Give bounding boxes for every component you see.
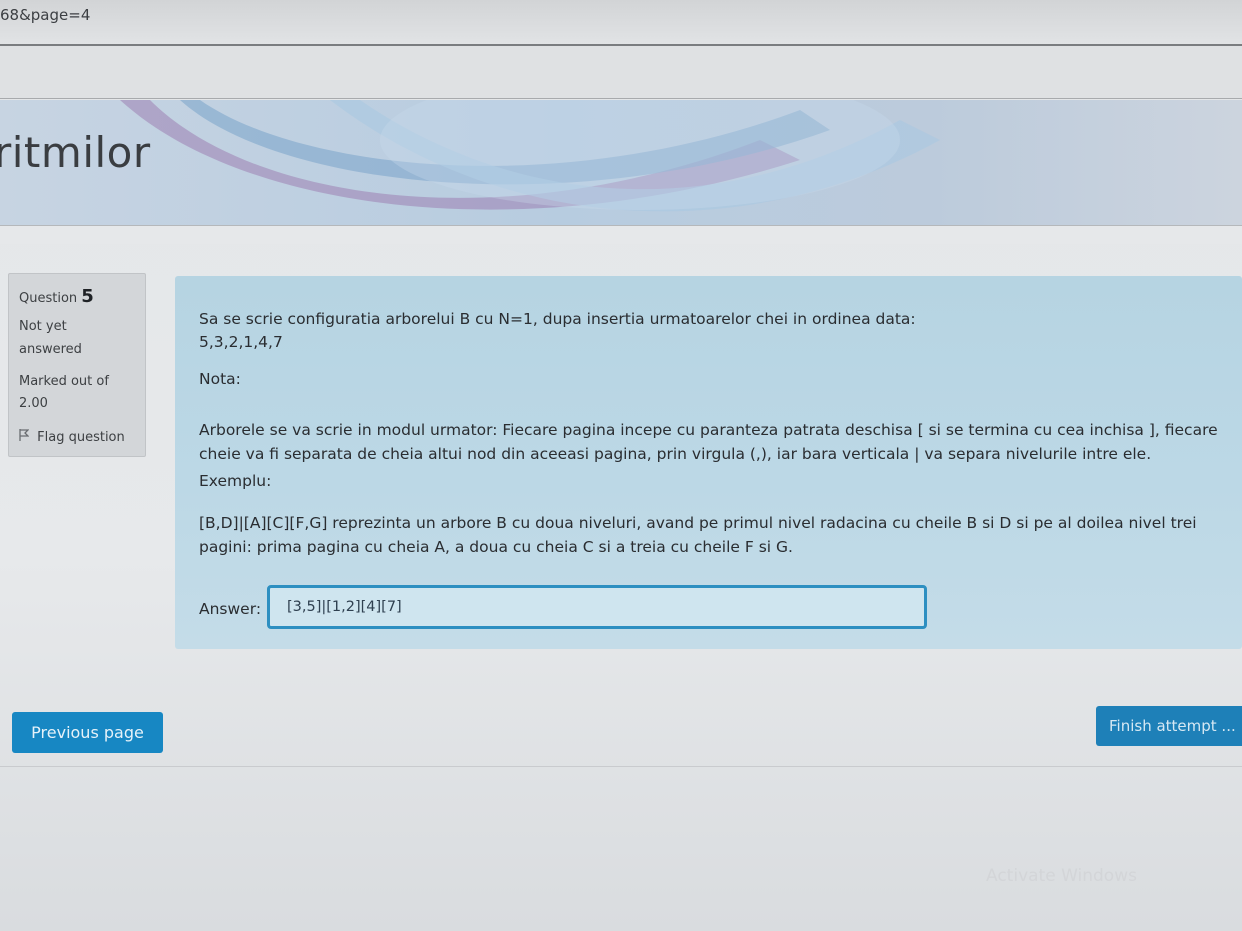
course-title: ritmilor	[0, 128, 151, 177]
windows-activation-watermark: Activate Windows	[986, 866, 1137, 886]
flag-question-link[interactable]: Flag question	[19, 429, 125, 445]
page-header-strip	[0, 46, 1242, 99]
flag-icon	[19, 429, 33, 445]
question-number: 5	[81, 286, 94, 307]
marks-label: Marked out of	[19, 374, 109, 389]
browser-address-bar[interactable]: 68&page=4	[0, 0, 1242, 46]
example-label: Exemplu:	[199, 472, 272, 490]
question-number-row: Question 5	[19, 286, 94, 307]
rule-text-line2: cheie va fi separata de cheia altui nod …	[199, 445, 1152, 463]
question-state-line1: Not yet	[19, 319, 67, 334]
answer-label: Answer:	[199, 600, 262, 618]
url-text[interactable]: 68&page=4	[0, 6, 90, 24]
question-state-line2: answered	[19, 342, 82, 357]
question-keys: 5,3,2,1,4,7	[199, 333, 283, 351]
course-banner: ritmilor	[0, 100, 1242, 225]
question-label: Question	[19, 291, 78, 306]
example-text-line2: pagini: prima pagina cu cheia A, a doua …	[199, 538, 793, 556]
finish-attempt-button[interactable]: Finish attempt ...	[1096, 706, 1242, 746]
previous-page-button[interactable]: Previous page	[12, 712, 163, 753]
flag-question-label: Flag question	[37, 430, 125, 445]
banner-divider	[0, 225, 1242, 244]
nota-label: Nota:	[199, 370, 241, 388]
question-text: Sa se scrie configuratia arborelui B cu …	[199, 310, 916, 328]
question-content-panel: Sa se scrie configuratia arborelui B cu …	[175, 276, 1242, 649]
marks-value: 2.00	[19, 396, 48, 411]
footer-divider	[0, 766, 1242, 767]
answer-input[interactable]	[267, 585, 927, 629]
question-info-panel: Question 5 Not yet answered Marked out o…	[8, 273, 146, 457]
example-text-line1: [B,D]|[A][C][F,G] reprezinta un arbore B…	[199, 514, 1197, 532]
rule-text-line1: Arborele se va scrie in modul urmator: F…	[199, 421, 1218, 439]
banner-decoration	[120, 100, 940, 212]
